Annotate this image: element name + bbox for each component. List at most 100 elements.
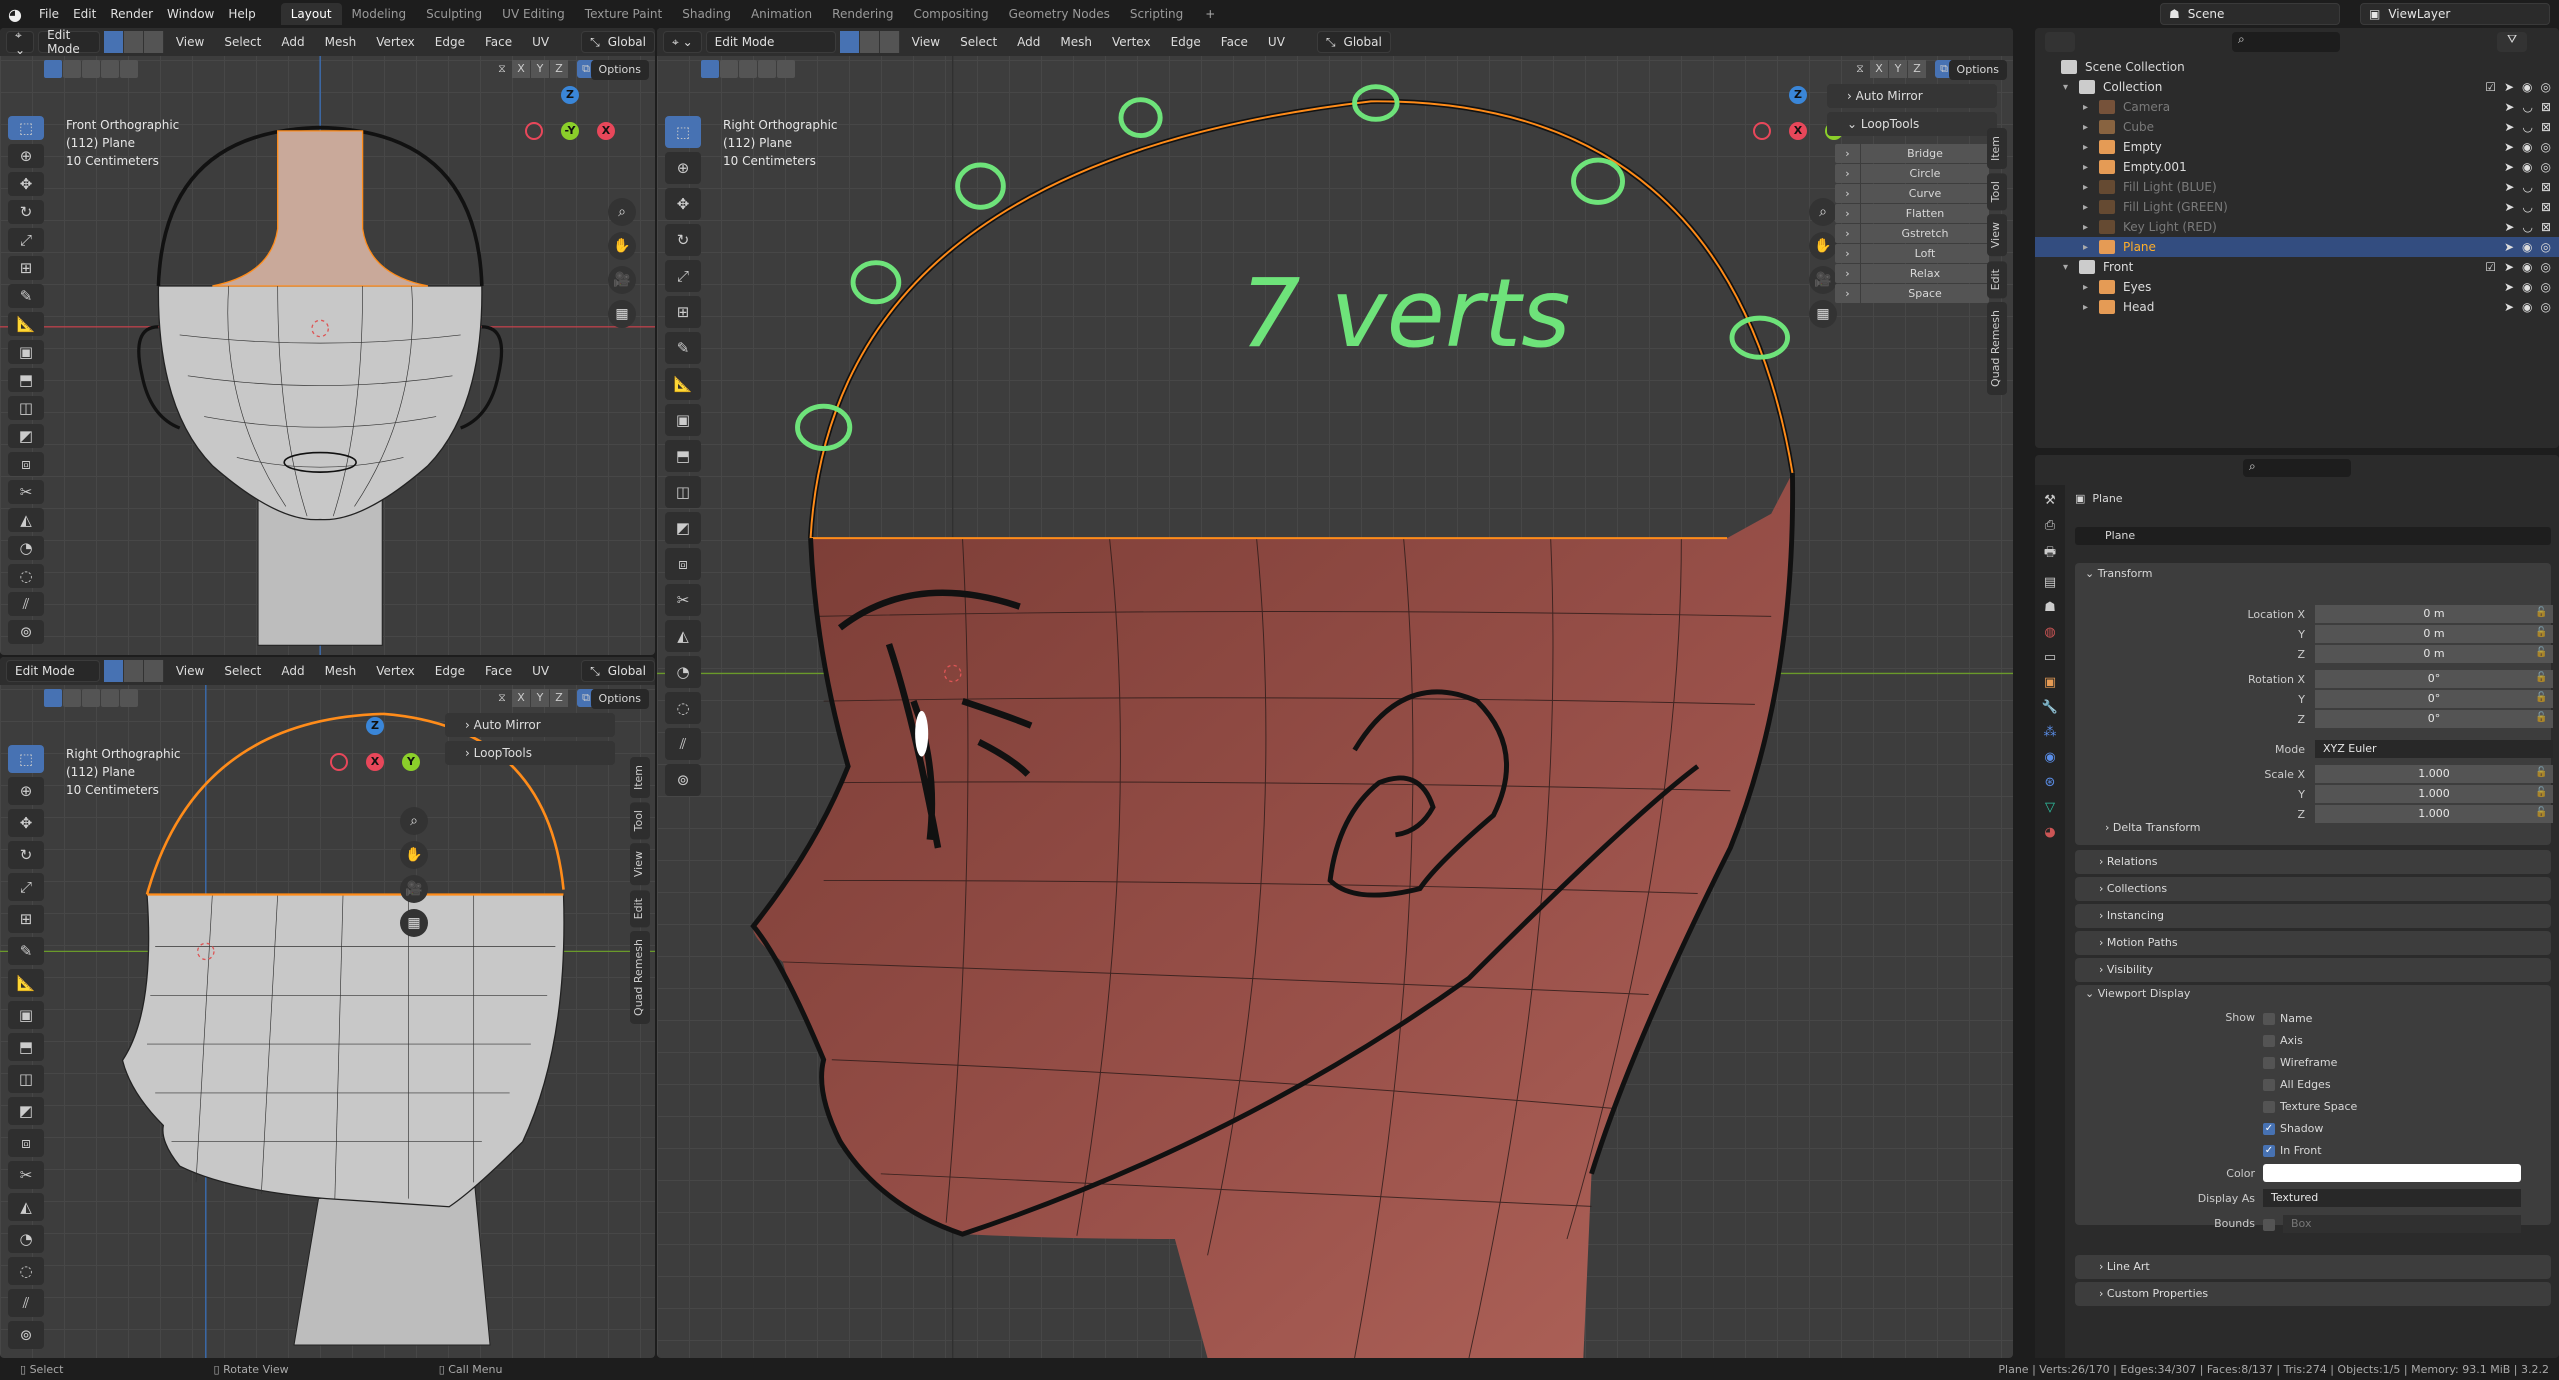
tool-poly-build-icon[interactable]: ◭ — [665, 620, 701, 652]
tool-loop-cut-icon[interactable]: ⧈ — [8, 452, 44, 476]
menu-edit[interactable]: Edit — [66, 7, 103, 21]
tool-spin-icon[interactable]: ◔ — [8, 1225, 44, 1253]
show-texture-space-checkbox[interactable] — [2263, 1101, 2275, 1113]
menu-select[interactable]: Select — [952, 35, 1005, 49]
mirror-y-toggle[interactable]: Y — [1889, 60, 1907, 78]
expand-chevron-icon[interactable]: › — [1835, 264, 1861, 283]
tool-shear-icon[interactable]: ⫽ — [8, 592, 44, 616]
select-face-button[interactable] — [879, 31, 900, 53]
tool-cursor-icon[interactable]: ⊕ — [8, 777, 44, 805]
exclude-checkbox[interactable]: ☑ — [2485, 260, 2496, 274]
gizmo-axis-z-icon[interactable]: Z — [366, 717, 384, 735]
add-workspace-button[interactable]: + — [1197, 7, 1223, 21]
tool-cursor-icon[interactable]: ⊕ — [8, 144, 44, 168]
constraints-tab-icon[interactable]: ⊛ — [2045, 775, 2056, 790]
hide-in-viewport-icon[interactable]: ◉ — [2522, 80, 2532, 94]
outliner-item-head[interactable]: ▸ Head ➤ ◉ ◎ — [2035, 297, 2559, 317]
selectable-toggle-icon[interactable]: ➤ — [2504, 260, 2514, 274]
render-toggle-icon[interactable]: ⊠ — [2541, 120, 2551, 134]
location-z-field[interactable]: 0 m — [2315, 645, 2553, 663]
location-y-field[interactable]: 0 m — [2315, 625, 2553, 643]
viewport-right-small[interactable]: Edit Mode View Select Add Mesh Vertex Edge Face… — [0, 657, 655, 1358]
gizmo-axis-x-icon[interactable]: X — [366, 753, 384, 771]
select-face-button[interactable] — [143, 660, 164, 682]
looptools-space-button[interactable]: › Space — [1835, 284, 1989, 303]
expand-arrow-icon[interactable]: ▸ — [2083, 222, 2099, 233]
tab-texture-paint[interactable]: Texture Paint — [575, 3, 672, 25]
expand-chevron-icon[interactable]: › — [1835, 224, 1861, 243]
tab-modeling[interactable]: Modeling — [342, 3, 417, 25]
tool-poly-build-icon[interactable]: ◭ — [8, 508, 44, 532]
show-in-front-checkbox[interactable]: ✓ — [2263, 1145, 2275, 1157]
looptools-relax-button[interactable]: › Relax — [1835, 264, 1989, 283]
menu-face[interactable]: Face — [477, 35, 520, 49]
expand-chevron-icon[interactable]: › — [1835, 244, 1861, 263]
tool-inset-icon[interactable]: ◫ — [665, 476, 701, 508]
select-edge-button[interactable] — [123, 31, 144, 53]
rotation-y-field[interactable]: 0° — [2315, 690, 2553, 708]
tool-select-box-icon[interactable]: ⬚ — [8, 745, 44, 773]
gizmo-axis-y-icon[interactable]: Y — [402, 753, 420, 771]
render-toggle-icon[interactable]: ◎ — [2541, 300, 2551, 314]
selectable-toggle-icon[interactable]: ➤ — [2504, 300, 2514, 314]
tool-transform-icon[interactable]: ⊞ — [665, 296, 701, 328]
scene-tab-icon[interactable]: ☗ — [2044, 600, 2056, 615]
hide-in-viewport-icon[interactable]: ◉ — [2522, 280, 2532, 294]
tool-measure-icon[interactable]: 📐 — [8, 312, 44, 336]
selection-modes[interactable] — [701, 60, 796, 78]
render-toggle-icon[interactable]: ◎ — [2541, 160, 2551, 174]
menu-vertex[interactable]: Vertex — [368, 664, 423, 678]
tool-transform-icon[interactable]: ⊞ — [8, 256, 44, 280]
display-mode-dropdown[interactable] — [2045, 32, 2075, 52]
mesh-data-tab-icon[interactable]: ▽ — [2045, 800, 2055, 815]
selection-mode-button[interactable] — [44, 689, 62, 707]
select-mode-toggle[interactable] — [103, 660, 164, 682]
hide-in-viewport-icon[interactable]: ◉ — [2522, 160, 2532, 174]
object-name-field[interactable]: Plane — [2075, 527, 2551, 545]
orientation-dropdown[interactable]: ⤡ Global — [581, 31, 655, 53]
tool-knife-icon[interactable]: ✂ — [8, 480, 44, 504]
outliner-item-key-light-red[interactable]: ▸ Key Light (RED) ➤ ◡ ⊠ — [2035, 217, 2559, 237]
tool-bevel-icon[interactable]: ◩ — [8, 424, 44, 448]
sidebar-tab-item[interactable]: Item — [1987, 128, 2007, 170]
menu-face[interactable]: Face — [477, 664, 520, 678]
selection-mode-button[interactable] — [101, 689, 119, 707]
bounds-checkbox[interactable] — [2263, 1219, 2275, 1231]
looptools-bridge-button[interactable]: › Bridge — [1835, 144, 1989, 163]
expand-arrow-icon[interactable]: ▸ — [2083, 242, 2099, 253]
sidebar-tab-tool[interactable]: Tool — [1987, 173, 2007, 211]
show-wireframe-checkbox[interactable] — [2263, 1057, 2275, 1069]
grid-view-icon[interactable]: ▦ — [400, 909, 428, 937]
selection-mode-button[interactable] — [63, 689, 81, 707]
render-toggle-icon[interactable]: ◎ — [2541, 280, 2551, 294]
panel-motion-paths[interactable]: › Motion Paths — [2075, 931, 2551, 955]
blender-logo-icon[interactable]: ◕ — [8, 5, 22, 24]
sidebar-tab-view[interactable]: View — [630, 843, 650, 886]
lock-icon[interactable]: 🔓 — [2535, 647, 2547, 658]
sidebar-tab-edit[interactable]: Edit — [1987, 260, 2007, 298]
menu-add[interactable]: Add — [273, 664, 312, 678]
tool-knife-icon[interactable]: ✂ — [8, 1161, 44, 1189]
selection-mode-button[interactable] — [120, 689, 138, 707]
editor-type-dropdown[interactable]: ⌖ ⌄ — [6, 28, 35, 57]
particles-tab-icon[interactable]: ⁂ — [2044, 725, 2057, 740]
tool-add-cube-icon[interactable]: ▣ — [8, 340, 44, 364]
tab-shading[interactable]: Shading — [672, 3, 741, 25]
selection-mode-button[interactable] — [44, 60, 62, 78]
menu-view[interactable]: View — [168, 35, 212, 49]
tool-cursor-icon[interactable]: ⊕ — [665, 152, 701, 184]
looptools-curve-button[interactable]: › Curve — [1835, 184, 1989, 203]
selection-mode-button[interactable] — [120, 60, 138, 78]
options-dropdown[interactable]: Options — [590, 60, 649, 80]
menu-mesh[interactable]: Mesh — [1052, 35, 1100, 49]
menu-uv[interactable]: UV — [524, 664, 557, 678]
selectable-toggle-icon[interactable]: ➤ — [2504, 200, 2514, 214]
tool-tab-icon[interactable]: ⚒ — [2044, 493, 2056, 508]
selectable-toggle-icon[interactable]: ➤ — [2504, 240, 2514, 254]
exclude-checkbox[interactable]: ☑ — [2485, 80, 2496, 94]
tab-geometry-nodes[interactable]: Geometry Nodes — [999, 3, 1120, 25]
hide-in-viewport-icon[interactable]: ◡ — [2522, 220, 2532, 234]
gizmo-axis-x-icon[interactable]: X — [597, 122, 615, 140]
tool-shrink-icon[interactable]: ⊚ — [8, 620, 44, 644]
gizmo-axis-z-icon[interactable]: Z — [1789, 86, 1807, 104]
